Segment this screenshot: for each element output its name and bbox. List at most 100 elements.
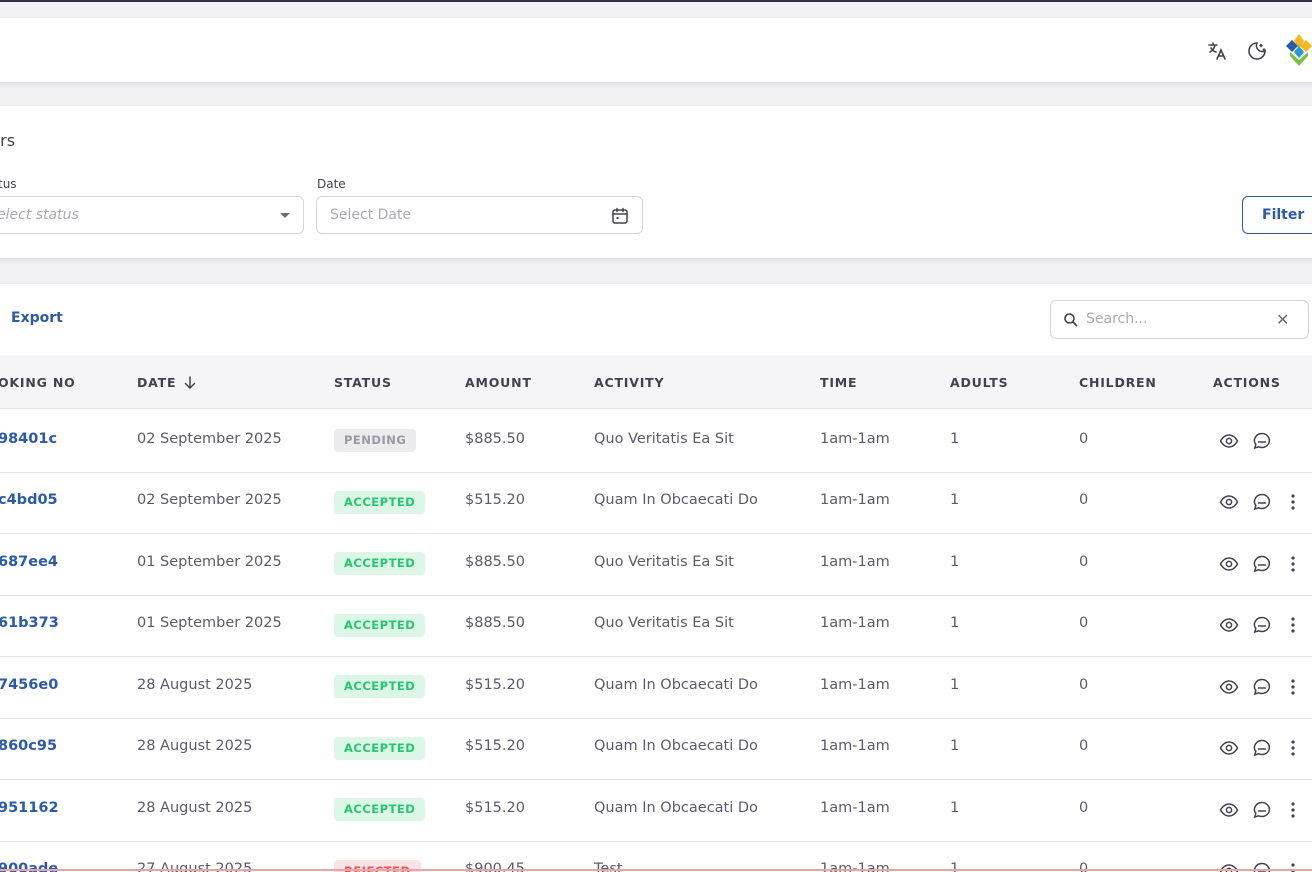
status-badge: ACCEPTED xyxy=(334,798,426,822)
bottom-edge xyxy=(0,869,1312,871)
booking-number-link[interactable]: 951162 xyxy=(0,800,59,816)
adults-count: 1 xyxy=(950,492,960,509)
booking-time: 1am-1am xyxy=(820,799,890,816)
booking-activity: Quo Veritatis Ea Sit xyxy=(594,553,734,570)
chat-icon[interactable] xyxy=(1251,737,1273,759)
search-input[interactable]: Search... ✕ xyxy=(1050,300,1309,339)
search-placeholder: Search... xyxy=(1086,311,1148,327)
children-count: 0 xyxy=(1079,738,1089,755)
column-date[interactable]: DATE xyxy=(137,375,196,392)
booking-activity: Quam In Obcaecati Do xyxy=(594,492,758,509)
filters-title: ters xyxy=(0,131,16,150)
children-count: 0 xyxy=(1079,799,1089,816)
column-date-label: DATE xyxy=(137,375,177,390)
status-placeholder: elect status xyxy=(0,207,79,223)
translate-icon[interactable] xyxy=(1205,39,1229,63)
booking-date: 01 September 2025 xyxy=(137,615,282,632)
children-count: 0 xyxy=(1079,553,1089,570)
children-count: 0 xyxy=(1079,615,1089,632)
children-count: 0 xyxy=(1079,430,1089,447)
top-navbar xyxy=(0,18,1312,82)
booking-date: 28 August 2025 xyxy=(137,799,253,816)
booking-time: 1am-1am xyxy=(820,430,890,447)
status-badge: ACCEPTED xyxy=(334,736,426,760)
row-divider xyxy=(0,841,1312,842)
chevron-down-icon xyxy=(280,213,290,218)
view-icon[interactable] xyxy=(1218,430,1240,452)
booking-amount: $515.20 xyxy=(465,799,525,816)
booking-amount: $885.50 xyxy=(465,430,525,447)
more-options-icon[interactable] xyxy=(1282,799,1304,821)
booking-number-link[interactable]: 860c95 xyxy=(0,738,57,754)
column-booking-no[interactable]: OKING NO xyxy=(0,375,76,390)
row-divider xyxy=(0,533,1312,534)
row-divider xyxy=(0,779,1312,780)
booking-date: 02 September 2025 xyxy=(137,430,282,447)
booking-amount: $515.20 xyxy=(465,738,525,755)
booking-activity: Quo Veritatis Ea Sit xyxy=(594,615,734,632)
chat-icon[interactable] xyxy=(1251,491,1273,513)
booking-date: 28 August 2025 xyxy=(137,676,253,693)
booking-time: 1am-1am xyxy=(820,492,890,509)
booking-number-link[interactable]: 687ee4 xyxy=(0,554,58,570)
children-count: 0 xyxy=(1079,492,1089,509)
column-children[interactable]: CHILDREN xyxy=(1079,375,1157,390)
calendar-icon[interactable] xyxy=(610,206,630,230)
booking-date: 01 September 2025 xyxy=(137,553,282,570)
filter-button[interactable]: Filter xyxy=(1242,196,1312,234)
booking-activity: Quam In Obcaecati Do xyxy=(594,738,758,755)
status-badge: ACCEPTED xyxy=(334,490,426,514)
more-options-icon[interactable] xyxy=(1282,676,1304,698)
chat-icon[interactable] xyxy=(1251,676,1273,698)
booking-number-link[interactable]: 98401c xyxy=(0,431,57,447)
booking-number-link[interactable]: 61b373 xyxy=(0,615,59,631)
view-icon[interactable] xyxy=(1218,799,1240,821)
status-select[interactable]: elect status xyxy=(0,196,304,234)
status-badge: ACCEPTED xyxy=(334,675,426,699)
adults-count: 1 xyxy=(950,430,960,447)
more-options-icon[interactable] xyxy=(1282,614,1304,636)
booking-number-link[interactable]: 7456e0 xyxy=(0,677,58,693)
clear-search-icon[interactable]: ✕ xyxy=(1276,310,1289,329)
view-icon[interactable] xyxy=(1218,553,1240,575)
sort-down-icon xyxy=(184,375,196,392)
status-badge: PENDING xyxy=(334,429,417,453)
adults-count: 1 xyxy=(950,738,960,755)
booking-number-link[interactable]: c4bd05 xyxy=(0,492,58,508)
booking-time: 1am-1am xyxy=(820,615,890,632)
app-logo[interactable] xyxy=(1282,32,1312,68)
column-activity[interactable]: ACTIVITY xyxy=(594,375,664,390)
booking-amount: $515.20 xyxy=(465,676,525,693)
chat-icon[interactable] xyxy=(1251,799,1273,821)
view-icon[interactable] xyxy=(1218,737,1240,759)
column-adults[interactable]: ADULTS xyxy=(950,375,1008,390)
row-divider xyxy=(0,656,1312,657)
more-options-icon[interactable] xyxy=(1282,491,1304,513)
column-status[interactable]: STATUS xyxy=(334,375,392,390)
booking-time: 1am-1am xyxy=(820,553,890,570)
view-icon[interactable] xyxy=(1218,676,1240,698)
chat-icon[interactable] xyxy=(1251,553,1273,575)
dark-mode-icon[interactable] xyxy=(1245,39,1269,63)
chat-icon[interactable] xyxy=(1251,614,1273,636)
date-picker-input[interactable]: Select Date xyxy=(316,196,643,234)
adults-count: 1 xyxy=(950,799,960,816)
children-count: 0 xyxy=(1079,676,1089,693)
column-time[interactable]: TIME xyxy=(820,375,857,390)
column-amount[interactable]: AMOUNT xyxy=(465,375,532,390)
booking-amount: $515.20 xyxy=(465,492,525,509)
status-badge: ACCEPTED xyxy=(334,613,426,637)
export-button[interactable]: Export xyxy=(11,310,63,326)
more-options-icon[interactable] xyxy=(1282,737,1304,759)
row-divider xyxy=(0,718,1312,719)
more-options-icon[interactable] xyxy=(1282,553,1304,575)
view-icon[interactable] xyxy=(1218,491,1240,513)
status-badge: ACCEPTED xyxy=(334,552,426,576)
row-divider xyxy=(0,595,1312,596)
chat-icon[interactable] xyxy=(1251,430,1273,452)
view-icon[interactable] xyxy=(1218,614,1240,636)
adults-count: 1 xyxy=(950,553,960,570)
filters-card xyxy=(0,106,1312,258)
date-label: Date xyxy=(317,177,346,191)
row-divider xyxy=(0,472,1312,473)
